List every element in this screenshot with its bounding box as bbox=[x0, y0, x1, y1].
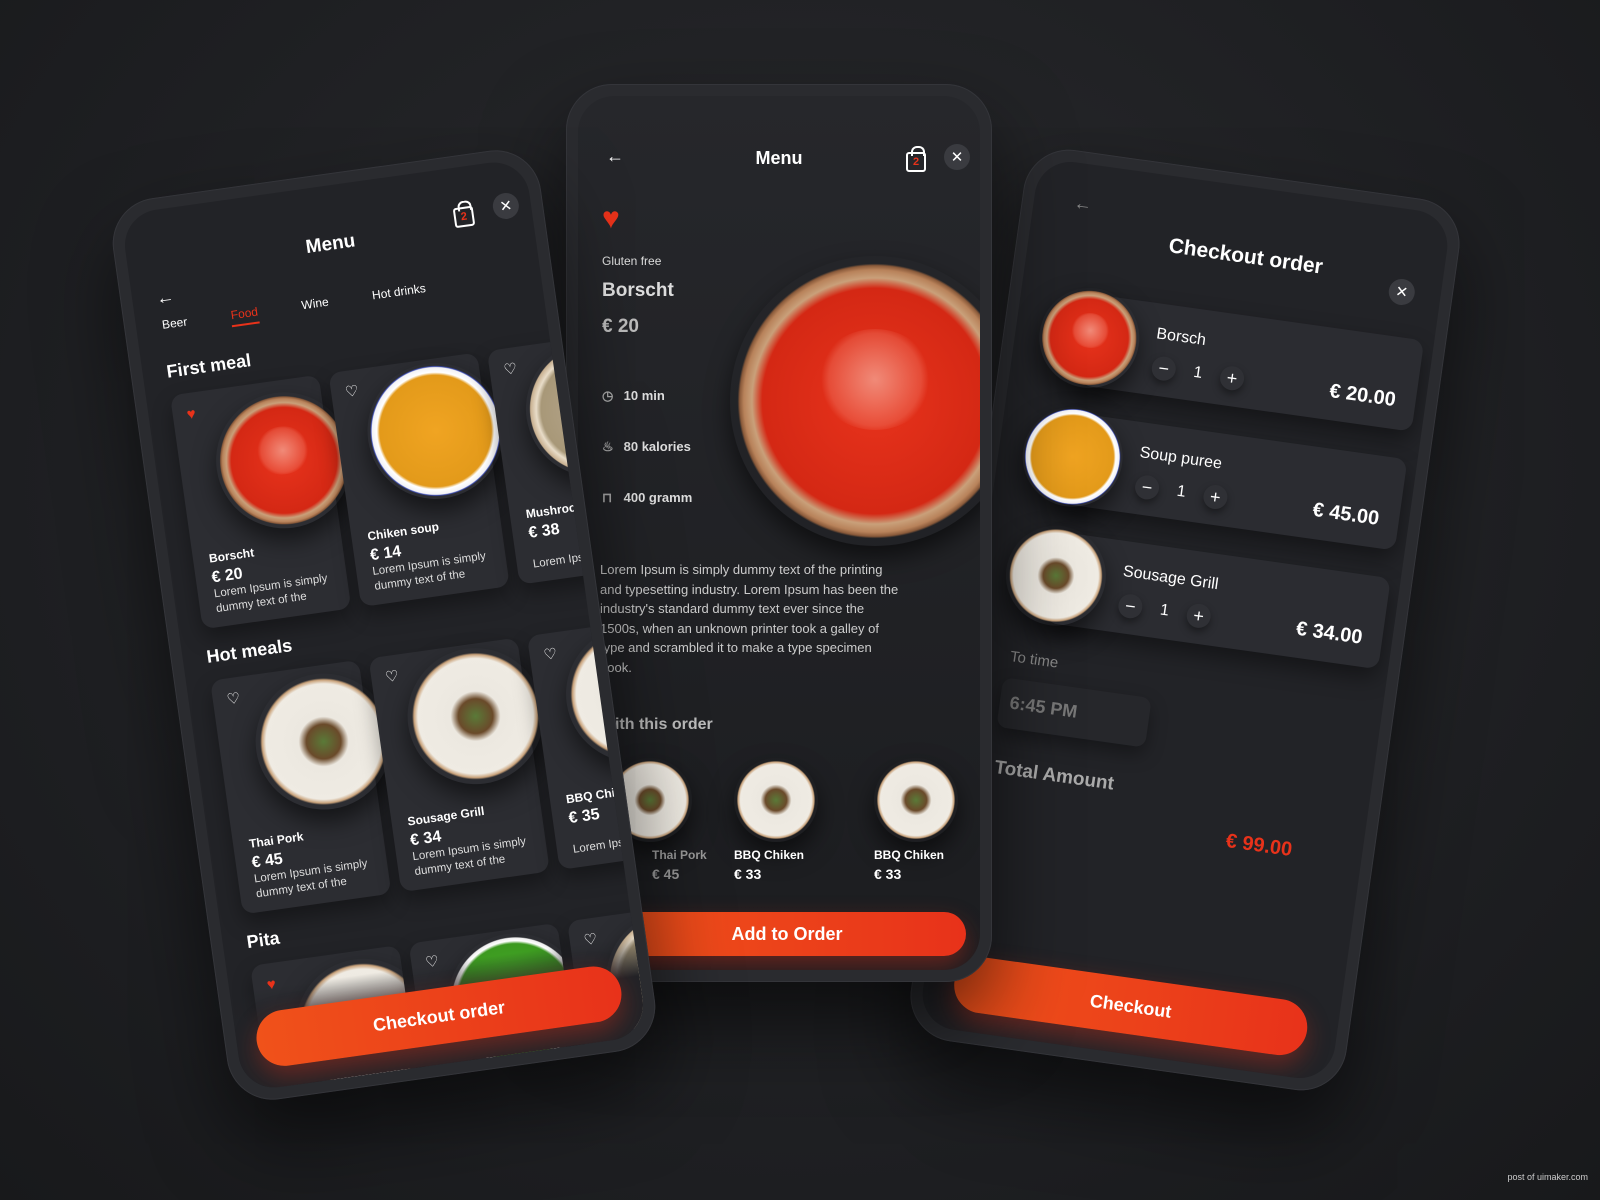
time-label: To time bbox=[1009, 648, 1060, 672]
cart-count: 2 bbox=[912, 156, 920, 168]
favorite-heart-icon[interactable]: ♥ bbox=[186, 405, 197, 423]
tab-wine[interactable]: Wine bbox=[300, 295, 330, 318]
meta-row: ♨ 80 kalories bbox=[602, 439, 691, 455]
cart-bag-icon[interactable]: 2 bbox=[452, 205, 476, 229]
category-tabs: Beer Food Wine Hot drinks bbox=[161, 281, 427, 337]
tab-beer[interactable]: Beer bbox=[161, 315, 189, 337]
item-price: € 35 bbox=[567, 805, 601, 828]
decrement-button[interactable]: − bbox=[1116, 592, 1144, 620]
food-image bbox=[398, 639, 553, 793]
heart-outline-icon[interactable]: ♡ bbox=[344, 382, 360, 401]
suggestion-name: BBQ Chiken bbox=[734, 848, 805, 862]
suggestion-image[interactable] bbox=[874, 758, 958, 842]
dish-description: Lorem Ipsum is simply dummy text of the … bbox=[600, 562, 899, 675]
increment-button[interactable]: + bbox=[1201, 483, 1229, 511]
food-image bbox=[358, 354, 513, 508]
total-value: € 99.00 bbox=[1224, 829, 1294, 862]
menu-card[interactable]: ♡ Thai Pork € 45 Lorem Ipsum is simply dumm… bbox=[210, 659, 401, 915]
page-title: Checkout order bbox=[1167, 234, 1325, 279]
item-price: € 38 bbox=[527, 520, 561, 542]
dish-image bbox=[730, 256, 980, 546]
close-button[interactable]: ✕ bbox=[944, 144, 970, 170]
suggestion-price: € 33 bbox=[874, 866, 902, 882]
item-qty: 1 bbox=[1175, 482, 1187, 501]
checkout-screen: ← Checkout order ✕ Borsch −1 + € 20.00 So… bbox=[918, 157, 1452, 1083]
meta-row: ⊓ 400 gramm bbox=[602, 490, 692, 506]
menu-card[interactable]: ♥ Borscht € 20 Lorem Ipsum is simply dummy … bbox=[169, 374, 361, 630]
total-label: Total Amount bbox=[993, 757, 1116, 795]
weight-icon: ⊓ bbox=[602, 490, 613, 505]
menu-card[interactable]: ♡ Sousage Grill € 34 Lorem Ipsum is simply … bbox=[368, 637, 553, 893]
close-button[interactable]: ✕ bbox=[1387, 277, 1417, 307]
tab-hot-drinks[interactable]: Hot drinks bbox=[371, 281, 427, 307]
cart-bag-icon[interactable]: 2 bbox=[906, 146, 926, 172]
back-arrow-icon[interactable]: ← bbox=[1072, 193, 1094, 216]
item-name: BBQ Chike bbox=[565, 783, 630, 807]
suggestion-price: € 33 bbox=[734, 866, 762, 882]
increment-button[interactable]: + bbox=[1218, 364, 1246, 392]
section-title: Hot meals bbox=[205, 635, 294, 667]
item-name: Sousage Grill bbox=[406, 803, 486, 829]
weight: 400 gramm bbox=[623, 490, 693, 505]
item-name: Chiken soup bbox=[366, 519, 440, 544]
checkout-button[interactable]: Checkout bbox=[950, 953, 1311, 1059]
tab-food[interactable]: Food bbox=[229, 304, 260, 328]
section-title: Pita bbox=[245, 927, 281, 953]
add-to-order-button[interactable]: Add to Order bbox=[608, 912, 966, 956]
suggestion-image[interactable] bbox=[734, 758, 818, 842]
meta-row: ◷ 10 min bbox=[602, 388, 665, 404]
clock-icon: ◷ bbox=[602, 388, 614, 403]
flame-icon: ♨ bbox=[602, 439, 614, 454]
suggestion-price: € 45 bbox=[652, 866, 680, 882]
dish-price: € 20 bbox=[602, 316, 639, 337]
item-name: Thai Pork bbox=[248, 829, 305, 851]
time-value: 6:45 PM bbox=[1008, 692, 1079, 722]
menu-card[interactable]: ♡ Chiken soup € 14 Lorem Ipsum is simply du… bbox=[328, 352, 513, 607]
suggestion-name: BBQ Chiken bbox=[874, 848, 945, 862]
cart-count: 2 bbox=[460, 210, 468, 224]
increment-button[interactable]: + bbox=[1185, 602, 1213, 630]
calories: 80 kalories bbox=[623, 439, 691, 454]
heart-outline-icon[interactable]: ♡ bbox=[226, 690, 242, 709]
section-title: First meal bbox=[165, 350, 253, 382]
watermark: post of uimaker.com bbox=[1507, 1172, 1588, 1182]
dish-name: Borscht bbox=[602, 280, 674, 301]
suggestion-name: Thai Pork bbox=[652, 848, 707, 862]
time-field[interactable]: 6:45 PM bbox=[996, 677, 1152, 748]
item-name: Borscht bbox=[208, 545, 255, 566]
item-qty: 1 bbox=[1192, 363, 1204, 382]
item-qty: 1 bbox=[1158, 601, 1171, 620]
diet-tag: Gluten free bbox=[602, 254, 662, 268]
prep-time: 10 min bbox=[623, 388, 665, 403]
back-arrow-icon[interactable]: ← bbox=[155, 286, 176, 309]
heart-outline-icon[interactable]: ♡ bbox=[543, 645, 559, 664]
decrement-button[interactable]: − bbox=[1150, 355, 1178, 383]
heart-outline-icon[interactable]: ♡ bbox=[503, 360, 519, 379]
item-name: Mushroom bbox=[524, 498, 588, 522]
detail-screen: ← Menu 2 ✕ ♥ Gluten free Borscht € 20 ◷ … bbox=[578, 96, 980, 970]
decrement-button[interactable]: − bbox=[1133, 473, 1161, 501]
favorite-heart-icon[interactable]: ♥ bbox=[602, 204, 620, 234]
heart-outline-icon[interactable]: ♡ bbox=[384, 668, 400, 687]
